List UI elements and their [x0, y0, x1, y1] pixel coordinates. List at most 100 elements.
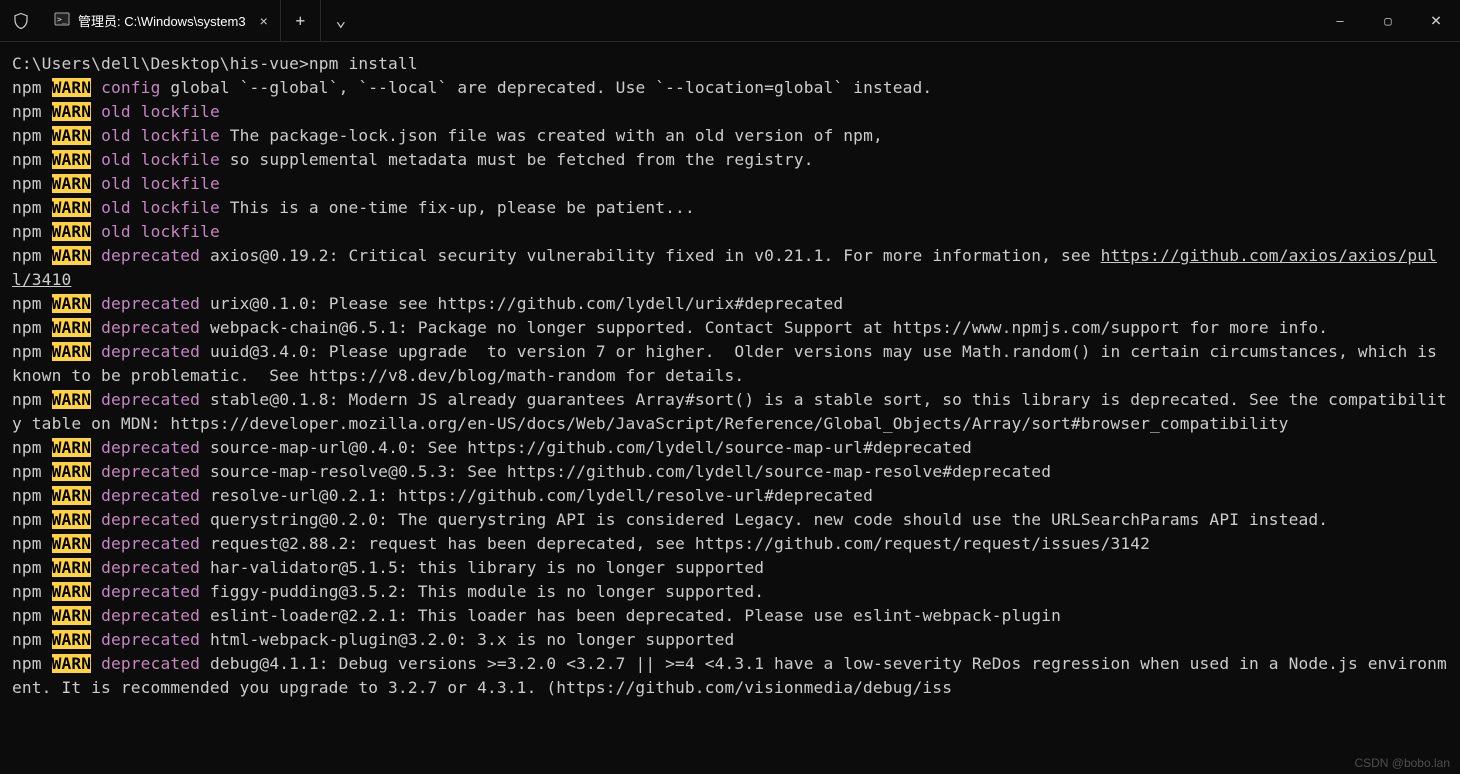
warn-keyword: deprecated — [101, 390, 200, 409]
warn-tag: WARN — [52, 246, 92, 265]
npm-prefix: npm — [12, 174, 42, 193]
titlebar: >_ 管理员: C:\Windows\system3 × + ⌄ — ▢ × — [0, 0, 1460, 42]
prompt-cmd: npm install — [309, 54, 418, 73]
warn-tag: WARN — [52, 486, 92, 505]
warn-msg: har-validator@5.1.5: this library is no … — [200, 558, 764, 577]
warn-keyword: config — [101, 78, 160, 97]
terminal-output[interactable]: C:\Users\dell\Desktop\his-vue>npm instal… — [0, 42, 1460, 710]
npm-prefix: npm — [12, 102, 42, 121]
tab-dropdown-button[interactable]: ⌄ — [321, 0, 361, 41]
warn-keyword: deprecated — [101, 606, 200, 625]
window-close-button[interactable]: × — [1412, 0, 1460, 41]
warn-keyword: old lockfile — [101, 150, 220, 169]
npm-prefix: npm — [12, 582, 42, 601]
warn-tag: WARN — [52, 78, 92, 97]
warn-msg: uuid@3.4.0: Please upgrade to version 7 … — [12, 342, 1447, 385]
warn-tag: WARN — [52, 150, 92, 169]
npm-prefix: npm — [12, 486, 42, 505]
npm-prefix: npm — [12, 342, 42, 361]
warn-tag: WARN — [52, 174, 92, 193]
warn-keyword: deprecated — [101, 582, 200, 601]
npm-prefix: npm — [12, 510, 42, 529]
warn-keyword: deprecated — [101, 342, 200, 361]
titlebar-spacer — [361, 0, 1316, 41]
warn-msg: The package-lock.json file was created w… — [220, 126, 883, 145]
warn-tag: WARN — [52, 198, 92, 217]
warn-keyword: deprecated — [101, 438, 200, 457]
npm-prefix: npm — [12, 438, 42, 457]
shield-icon — [0, 0, 42, 41]
warn-tag: WARN — [52, 318, 92, 337]
npm-prefix: npm — [12, 630, 42, 649]
warn-tag: WARN — [52, 510, 92, 529]
warn-tag: WARN — [52, 438, 92, 457]
warn-keyword: deprecated — [101, 246, 200, 265]
warn-tag: WARN — [52, 462, 92, 481]
warn-tag: WARN — [52, 534, 92, 553]
npm-prefix: npm — [12, 246, 42, 265]
warn-keyword: old lockfile — [101, 174, 220, 193]
warn-keyword: deprecated — [101, 486, 200, 505]
warn-msg: debug@4.1.1: Debug versions >=3.2.0 <3.2… — [12, 654, 1447, 697]
npm-prefix: npm — [12, 222, 42, 241]
warn-tag: WARN — [52, 654, 92, 673]
npm-prefix: npm — [12, 558, 42, 577]
warn-msg: html-webpack-plugin@3.2.0: 3.x is no lon… — [200, 630, 734, 649]
warn-msg: figgy-pudding@3.5.2: This module is no l… — [200, 582, 764, 601]
warn-msg: so supplemental metadata must be fetched… — [220, 150, 814, 169]
warn-keyword: old lockfile — [101, 102, 220, 121]
warn-msg: querystring@0.2.0: The querystring API i… — [200, 510, 1328, 529]
npm-prefix: npm — [12, 198, 42, 217]
warn-msg: global `--global`, `--local` are depreca… — [160, 78, 932, 97]
npm-prefix: npm — [12, 462, 42, 481]
warn-keyword: deprecated — [101, 534, 200, 553]
npm-prefix: npm — [12, 126, 42, 145]
warn-tag: WARN — [52, 102, 92, 121]
prompt-path: C:\Users\dell\Desktop\his-vue> — [12, 54, 309, 73]
warn-keyword: old lockfile — [101, 222, 220, 241]
warn-msg: eslint-loader@2.2.1: This loader has bee… — [200, 606, 1061, 625]
warn-msg: request@2.88.2: request has been depreca… — [200, 534, 1150, 553]
warn-tag: WARN — [52, 126, 92, 145]
warn-tag: WARN — [52, 342, 92, 361]
tab-active[interactable]: >_ 管理员: C:\Windows\system3 × — [42, 0, 281, 41]
npm-prefix: npm — [12, 318, 42, 337]
warn-tag: WARN — [52, 558, 92, 577]
minimize-button[interactable]: — — [1316, 0, 1364, 41]
npm-prefix: npm — [12, 150, 42, 169]
cmd-icon: >_ — [54, 11, 70, 31]
warn-keyword: deprecated — [101, 294, 200, 313]
warn-keyword: deprecated — [101, 318, 200, 337]
warn-tag: WARN — [52, 222, 92, 241]
npm-prefix: npm — [12, 606, 42, 625]
maximize-button[interactable]: ▢ — [1364, 0, 1412, 41]
new-tab-button[interactable]: + — [281, 0, 321, 41]
watermark: CSDN @bobo.lan — [1354, 756, 1450, 770]
warn-tag: WARN — [52, 582, 92, 601]
npm-prefix: npm — [12, 78, 42, 97]
warn-msg: This is a one-time fix-up, please be pat… — [220, 198, 695, 217]
warn-keyword: deprecated — [101, 510, 200, 529]
npm-prefix: npm — [12, 390, 42, 409]
warn-tag: WARN — [52, 630, 92, 649]
warn-msg: axios@0.19.2: Critical security vulnerab… — [200, 246, 1101, 265]
warn-keyword: deprecated — [101, 630, 200, 649]
npm-prefix: npm — [12, 294, 42, 313]
warn-keyword: old lockfile — [101, 126, 220, 145]
warn-tag: WARN — [52, 390, 92, 409]
warn-msg: urix@0.1.0: Please see https://github.co… — [200, 294, 843, 313]
warn-msg: resolve-url@0.2.1: https://github.com/ly… — [200, 486, 873, 505]
warn-keyword: deprecated — [101, 558, 200, 577]
warn-keyword: deprecated — [101, 462, 200, 481]
npm-prefix: npm — [12, 654, 42, 673]
tab-close-button[interactable]: × — [260, 13, 268, 29]
warn-msg: source-map-url@0.4.0: See https://github… — [200, 438, 972, 457]
warn-tag: WARN — [52, 606, 92, 625]
npm-prefix: npm — [12, 534, 42, 553]
tab-title: 管理员: C:\Windows\system3 — [78, 11, 246, 30]
warn-tag: WARN — [52, 294, 92, 313]
warn-msg: webpack-chain@6.5.1: Package no longer s… — [200, 318, 1328, 337]
warn-keyword: old lockfile — [101, 198, 220, 217]
warn-keyword: deprecated — [101, 654, 200, 673]
svg-text:>_: >_ — [57, 15, 67, 24]
